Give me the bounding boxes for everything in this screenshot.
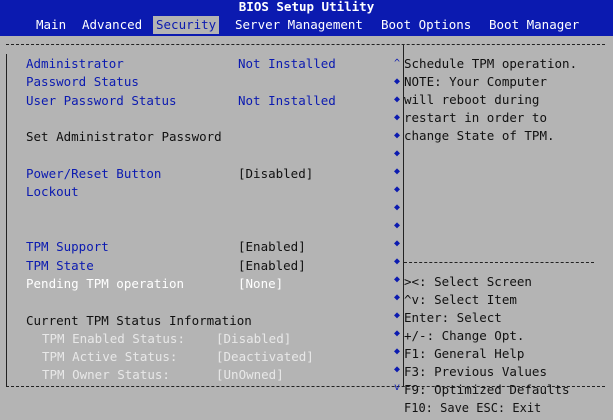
scroll-up-arrow-icon[interactable]: ^ <box>392 55 402 73</box>
key-help-line: ^v: Select Item <box>404 292 517 307</box>
password-status-row: Password Status <box>26 74 139 90</box>
scroll-down-arrow-icon[interactable]: v <box>392 379 402 397</box>
power-reset-value: [Disabled] <box>238 166 314 181</box>
key-help-line: F10: Save ESC: Exit <box>404 401 542 415</box>
scroll-track-icon[interactable]: ◆ <box>392 307 402 325</box>
tpm-owner-row: TPM Owner Status: [UnOwned] <box>42 367 284 383</box>
lockout-label: Lockout <box>26 184 79 199</box>
tpm-active-label: TPM Active Status: <box>42 349 178 364</box>
key-help-line: ><: Select Screen <box>404 274 532 289</box>
tab-server-management[interactable]: Server Management <box>232 16 366 34</box>
tab-advanced[interactable]: Advanced <box>79 16 145 34</box>
tab-boot-manager[interactable]: Boot Manager <box>486 16 582 34</box>
current-tpm-heading: Current TPM Status Information <box>26 313 252 329</box>
help-separator <box>404 262 594 263</box>
bios-screen: Administrator Not Installed Password Sta… <box>0 36 613 420</box>
help-line: Schedule TPM operation. <box>404 56 578 71</box>
settings-panel: Administrator Not Installed Password Sta… <box>0 36 392 420</box>
tab-boot-options[interactable]: Boot Options <box>378 16 474 34</box>
pending-tpm-row[interactable]: Pending TPM operation [None] <box>26 276 283 292</box>
scroll-track-icon[interactable]: ◆ <box>392 253 402 271</box>
tpm-enabled-label: TPM Enabled Status: <box>42 331 185 346</box>
scroll-track-icon[interactable]: ◆ <box>392 181 402 199</box>
tpm-owner-value: [UnOwned] <box>216 367 284 382</box>
key-help-line: +/-: Change Opt. <box>404 328 525 343</box>
tpm-active-row: TPM Active Status: [Deactivated] <box>42 349 314 365</box>
help-line: restart in order to <box>404 110 547 125</box>
power-reset-row[interactable]: Power/Reset Button [Disabled] <box>26 166 313 182</box>
help-line: will reboot during <box>404 92 540 107</box>
key-help-line: F9: Optimized Defaults <box>404 382 570 397</box>
tpm-enabled-value: [Disabled] <box>216 331 292 346</box>
tpm-state-row[interactable]: TPM State [Enabled] <box>26 258 306 274</box>
scroll-track-icon[interactable]: ◆ <box>392 271 402 289</box>
admin-password-row[interactable]: Administrator Not Installed <box>26 56 336 72</box>
menu-bar: Main Advanced Security Server Management… <box>0 14 613 36</box>
tpm-active-value: [Deactivated] <box>216 349 314 364</box>
scroll-track-icon[interactable]: ◆ <box>392 235 402 253</box>
tpm-support-row[interactable]: TPM Support [Enabled] <box>26 239 306 255</box>
key-help-line: F1: General Help <box>404 346 525 361</box>
window-title: BIOS Setup Utility <box>0 0 613 14</box>
pending-tpm-value: [None] <box>238 276 284 291</box>
lockout-row: Lockout <box>26 184 79 200</box>
tpm-support-label: TPM Support <box>26 239 109 254</box>
user-password-label: User Password Status <box>26 93 177 108</box>
scroll-track-icon[interactable]: ◆ <box>392 199 402 217</box>
scroll-track-icon[interactable]: ◆ <box>392 109 402 127</box>
scroll-track-icon[interactable]: ◆ <box>392 163 402 181</box>
tpm-owner-label: TPM Owner Status: <box>42 367 170 382</box>
help-line: change State of TPM. <box>404 128 555 143</box>
tpm-enabled-row: TPM Enabled Status: [Disabled] <box>42 331 291 347</box>
power-reset-label: Power/Reset Button <box>26 166 162 181</box>
scroll-track-icon[interactable]: ◆ <box>392 325 402 343</box>
tab-main[interactable]: Main <box>33 16 69 34</box>
tpm-support-value: [Enabled] <box>238 239 306 254</box>
scroll-track-icon[interactable]: ◆ <box>392 343 402 361</box>
scroll-track-icon[interactable]: ◆ <box>392 127 402 145</box>
help-line: NOTE: Your Computer <box>404 74 547 89</box>
scroll-track-icon[interactable]: ◆ <box>392 217 402 235</box>
user-password-value: Not Installed <box>238 93 336 108</box>
password-status-label: Password Status <box>26 74 139 89</box>
admin-status-value: Not Installed <box>238 56 336 71</box>
scroll-track-icon[interactable]: ◆ <box>392 289 402 307</box>
user-password-row[interactable]: User Password Status Not Installed <box>26 93 336 109</box>
key-help-line: F3: Previous Values <box>404 364 547 379</box>
set-admin-password-row[interactable]: Set Administrator Password <box>26 129 222 145</box>
scroll-track-icon[interactable]: ◆ <box>392 145 402 163</box>
key-help-line: Enter: Select <box>404 310 502 325</box>
scroll-track-icon[interactable]: ◆ <box>392 73 402 91</box>
admin-label: Administrator <box>26 56 124 71</box>
set-admin-password-label: Set Administrator Password <box>26 129 222 144</box>
tpm-state-value: [Enabled] <box>238 258 306 273</box>
scroll-track-icon[interactable]: ◆ <box>392 361 402 379</box>
tab-security[interactable]: Security <box>153 16 220 34</box>
current-tpm-label: Current TPM Status Information <box>26 313 252 328</box>
tpm-state-label: TPM State <box>26 258 94 273</box>
pending-tpm-label: Pending TPM operation <box>26 276 185 291</box>
scroll-track-icon[interactable]: ◆ <box>392 91 402 109</box>
